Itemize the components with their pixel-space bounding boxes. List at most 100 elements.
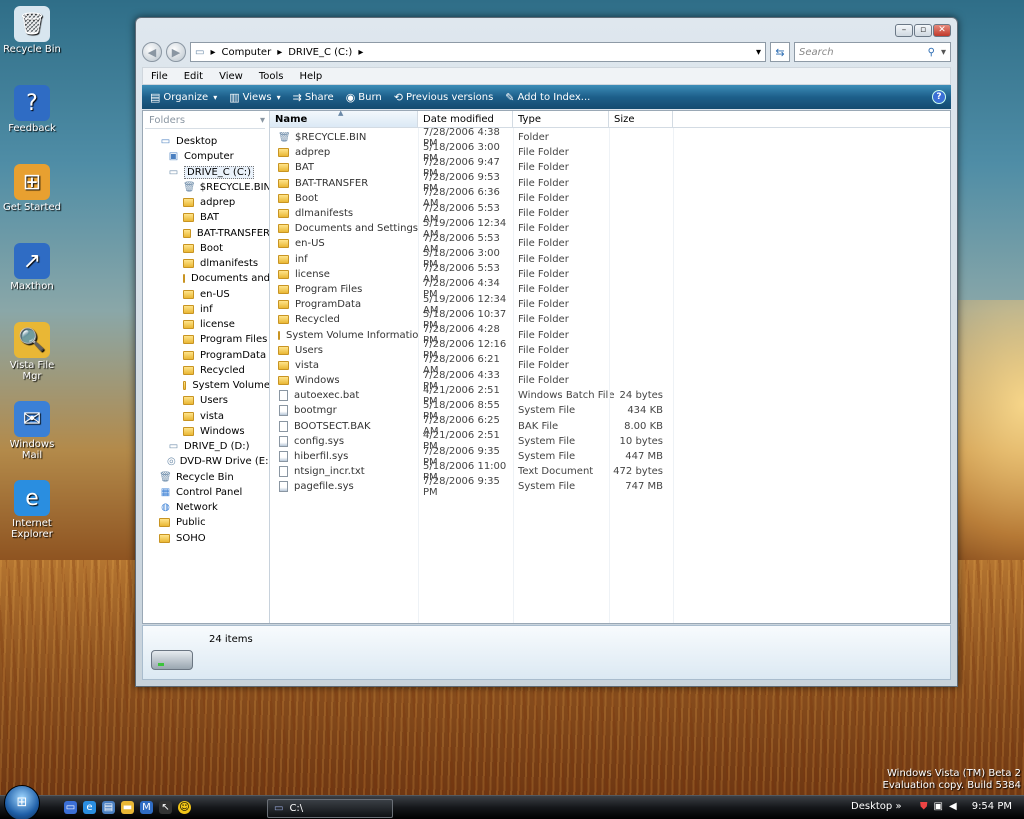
command-button[interactable]: ⟲ Previous versions [390,86,502,108]
table-row[interactable]: license 7/28/2006 5:53 AM File Folder [270,263,950,285]
table-row[interactable]: ntsign_incr.txt 5/18/2006 11:00 PM Text Do… [270,461,950,483]
tree-item[interactable]: dlmanifests [143,256,269,271]
table-row[interactable]: System Volume Information 7/28/2006 4:28 … [270,324,950,346]
desktop-icon[interactable]: e Internet Explorer [0,476,64,555]
breadcrumb-drive-c[interactable]: DRIVE_C (C:) [288,47,352,58]
network-icon[interactable]: ▣ [934,801,943,812]
tree-item[interactable]: Recycled [143,363,269,378]
tree-item[interactable]: Program Files [143,332,269,347]
address-bar[interactable]: ▭ ▸ Computer ▸ DRIVE_C (C:) ▸ ▾ [190,42,766,62]
menu-item[interactable]: File [143,71,176,82]
maxthon-icon[interactable]: M [140,801,153,814]
desktop-icon[interactable]: ✉ Windows Mail [0,397,64,476]
tree-item[interactable]: ▣ Computer [143,149,269,164]
close-button[interactable]: ✕ [933,24,951,37]
desktop-icon[interactable]: ↗ Maxthon [0,239,64,318]
desktop-toolbar-label[interactable]: Desktop » [851,801,902,812]
table-row[interactable]: Program Files 7/28/2006 4:34 PM File Folde… [270,278,950,300]
taskbar-window-button[interactable]: ▭ C:\ [267,799,393,818]
table-row[interactable]: Users 7/28/2006 12:16 PM File Folder [270,339,950,361]
tree-item[interactable]: 🗑 Recycle Bin [143,470,269,485]
table-row[interactable]: config.sys 4/21/2006 2:51 PM System File 10… [270,430,950,452]
maximize-button[interactable]: ▫ [914,24,932,37]
tree-item[interactable]: BAT [143,210,269,225]
search-input[interactable]: Search ⚲ ▾ [794,42,951,62]
tree-item[interactable]: ▭ DRIVE_D (D:) [143,439,269,454]
table-row[interactable]: Windows 7/28/2006 4:33 PM File Folder [270,370,950,392]
tree-item[interactable]: ◍ Network [143,500,269,515]
show-desktop-icon[interactable]: ▭ [64,801,77,814]
desktop-icon[interactable]: ⊞ Get Started [0,160,64,239]
tree-item[interactable]: SOHO [143,531,269,546]
cursor-icon[interactable]: ↖ [159,801,172,814]
minimize-button[interactable]: – [895,24,913,37]
volume-icon[interactable]: ◀ [949,801,957,812]
tree-item[interactable]: ProgramData [143,348,269,363]
clock[interactable]: 9:54 PM [972,801,1012,812]
table-row[interactable]: dlmanifests 7/28/2006 5:53 AM File Folder [270,203,950,225]
command-button[interactable]: ◉ Burn [342,86,390,108]
chevron-down-icon[interactable]: ▾ [941,47,946,58]
tree-item[interactable]: ◎ DVD-RW Drive (E:) [143,454,269,469]
tree-item[interactable]: ▭ Desktop [143,134,269,149]
tree-item[interactable]: ▭ DRIVE_C (C:) [143,165,269,180]
command-button[interactable]: ⇉ Share [289,86,342,108]
chevron-down-icon[interactable]: ▾ [756,47,761,58]
tree-item[interactable]: en-US [143,287,269,302]
tree-item[interactable]: inf [143,302,269,317]
table-row[interactable]: adprep 5/18/2006 3:00 PM File Folder [270,142,950,164]
tree-item[interactable]: Boot [143,241,269,256]
tree-item[interactable]: BAT-TRANSFER [143,226,269,241]
table-row[interactable]: bootmgr 5/18/2006 8:55 PM System File 434 K… [270,400,950,422]
tree-item[interactable]: System Volume [143,378,269,393]
tree-item[interactable]: Users [143,393,269,408]
menu-item[interactable]: Tools [251,71,292,82]
breadcrumb-computer[interactable]: Computer [221,47,271,58]
column-header-type[interactable]: Type [513,111,609,127]
menu-item[interactable]: Edit [176,71,211,82]
switch-windows-icon[interactable]: ▤ [102,801,115,814]
column-header-name[interactable]: ▲ Name [270,109,418,127]
command-button[interactable]: ✎ Add to Index... [501,86,598,108]
table-row[interactable]: BAT-TRANSFER 7/28/2006 9:53 PM File Folder [270,172,950,194]
tree-item[interactable]: license [143,317,269,332]
desktop-icon[interactable]: ? Feedback [0,81,64,160]
folders-header[interactable]: Folders ▾ [145,113,265,129]
help-button[interactable]: ? [932,90,946,104]
tree-item[interactable]: Documents and [143,271,269,286]
table-row[interactable]: vista 7/28/2006 6:21 AM File Folder [270,354,950,376]
explorer-icon[interactable]: ▬ [121,801,134,814]
back-button[interactable]: ◀ [142,42,162,62]
ie-icon[interactable]: e [83,801,96,814]
table-row[interactable]: 🗑 $RECYCLE.BIN 7/28/2006 4:38 PM Folder [270,127,950,149]
smiley-icon[interactable]: ☺ [178,801,191,814]
security-alert-icon[interactable]: ⛊ [920,801,928,812]
tree-item[interactable]: ▦ Control Panel [143,485,269,500]
table-row[interactable]: ProgramData 5/19/2006 12:34 AM File Folder [270,294,950,316]
table-row[interactable]: Boot 7/28/2006 6:36 AM File Folder [270,187,950,209]
table-row[interactable]: en-US 7/28/2006 5:53 AM File Folder [270,233,950,255]
table-row[interactable]: BOOTSECT.BAK 7/28/2006 6:25 AM BAK File 8.0… [270,415,950,437]
command-button[interactable]: ▤ Organize ▾ [146,86,225,108]
tree-item[interactable]: 🗑 $RECYCLE.BIN [143,180,269,195]
desktop-icon[interactable]: 🔍 Vista File Mgr [0,318,64,397]
table-row[interactable]: Documents and Settings 5/19/2006 12:34 AM… [270,218,950,240]
desktop-icon[interactable]: 🗑 Recycle Bin [0,2,64,81]
table-row[interactable]: autoexec.bat 4/21/2006 2:51 PM Windows Bat… [270,385,950,407]
start-button[interactable]: ⊞ [4,784,40,819]
table-row[interactable]: BAT 7/28/2006 9:47 PM File Folder [270,157,950,179]
search-icon[interactable]: ⚲ [928,47,935,58]
table-row[interactable]: inf 5/18/2006 3:00 PM File Folder [270,248,950,270]
tree-item[interactable]: Public [143,515,269,530]
tree-item[interactable]: Windows [143,424,269,439]
refresh-button[interactable]: ⇆ [770,42,790,62]
column-header-date[interactable]: Date modified [418,111,513,127]
table-row[interactable]: pagefile.sys 7/28/2006 9:35 PM System File… [270,476,950,498]
column-header-size[interactable]: Size [609,111,673,127]
table-row[interactable]: Recycled 5/18/2006 10:37 PM File Folder [270,309,950,331]
tree-item[interactable]: vista [143,409,269,424]
menu-item[interactable]: Help [291,71,330,82]
table-row[interactable]: hiberfil.sys 7/28/2006 9:35 PM System File… [270,446,950,468]
menu-item[interactable]: View [211,71,251,82]
forward-button[interactable]: ▶ [166,42,186,62]
